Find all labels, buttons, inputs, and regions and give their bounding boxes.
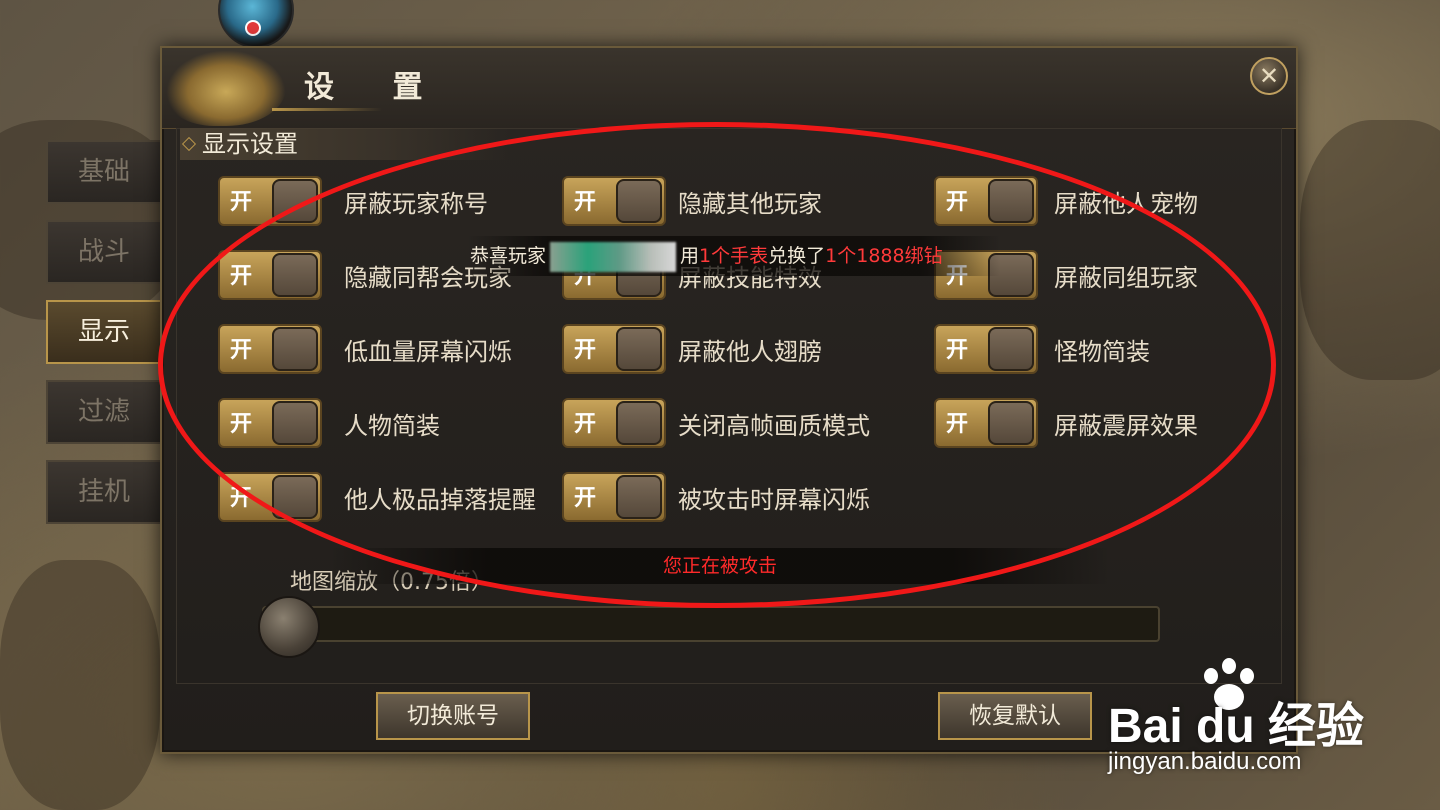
- tab-display[interactable]: 显示: [46, 300, 160, 364]
- toggle-state: 开: [230, 190, 253, 215]
- close-button[interactable]: ✕: [1250, 57, 1288, 95]
- tab-basic[interactable]: 基础: [46, 140, 160, 204]
- switch-account-button[interactable]: 切换账号: [376, 692, 530, 740]
- notice-text: 兑换了: [768, 245, 826, 267]
- notice-text: 用: [680, 245, 700, 267]
- toggle-state: 开: [230, 264, 253, 289]
- toggle-state: 开: [946, 412, 969, 437]
- section-title-text: 显示设置: [202, 130, 298, 158]
- option-label: 他人极品掉落提醒: [344, 486, 536, 514]
- dialog-title: 设 置: [304, 70, 447, 105]
- toggle-switch[interactable]: 开: [562, 398, 666, 448]
- toggle-state: 开: [230, 412, 253, 437]
- watermark-brand: Bai du 经验: [1108, 700, 1365, 753]
- toggle-state: 开: [230, 486, 253, 511]
- toggle-knob: [988, 179, 1034, 223]
- broadcast-notice: 恭喜玩家 用1个手表兑换了1个1888绑钻: [468, 236, 1000, 276]
- title-bar: 设 置 ✕: [162, 48, 1296, 129]
- restore-default-button[interactable]: 恢复默认: [938, 692, 1092, 740]
- tab-label: 显示: [78, 317, 131, 347]
- option-label: 怪物简装: [1054, 338, 1150, 366]
- option-label: 被攻击时屏幕闪烁: [678, 486, 870, 514]
- background-rock: [1300, 120, 1440, 380]
- tab-filter[interactable]: 过滤: [46, 380, 160, 444]
- map-zoom-slider-track[interactable]: [262, 606, 1160, 642]
- toggle-knob: [272, 401, 318, 445]
- toggle-switch[interactable]: 开: [562, 472, 666, 522]
- toggle-switch[interactable]: 开: [218, 324, 322, 374]
- option-label: 隐藏其他玩家: [678, 190, 822, 218]
- option-label: 低血量屏幕闪烁: [344, 338, 512, 366]
- toggle-switch[interactable]: 开: [218, 250, 322, 300]
- toggle-knob: [616, 475, 662, 519]
- tab-label: 基础: [78, 157, 131, 187]
- dragon-emblem-icon: [166, 50, 286, 126]
- baidu-jingyan-watermark: Bai du 经验 jingyan.baidu.com: [1108, 656, 1368, 776]
- option-label: 屏蔽他人宠物: [1054, 190, 1198, 218]
- tab-auto[interactable]: 挂机: [46, 460, 160, 524]
- option-label: 屏蔽他人翅膀: [678, 338, 822, 366]
- option-label: 屏蔽震屏效果: [1054, 412, 1198, 440]
- toggle-switch[interactable]: 开: [562, 324, 666, 374]
- toggle-knob: [988, 401, 1034, 445]
- notice-item: 1个1888绑钻: [825, 245, 943, 267]
- toggle-state: 开: [574, 190, 597, 215]
- toggle-knob: [272, 475, 318, 519]
- option-label: 屏蔽同组玩家: [1054, 264, 1198, 292]
- title-divider: [272, 108, 382, 111]
- toggle-state: 开: [574, 338, 597, 363]
- diamond-icon: [181, 136, 197, 152]
- toggle-switch[interactable]: 开: [934, 324, 1038, 374]
- tab-combat[interactable]: 战斗: [46, 220, 160, 284]
- toggle-knob: [616, 179, 662, 223]
- toggle-switch[interactable]: 开: [218, 398, 322, 448]
- notification-dot: [245, 20, 261, 36]
- option-label: 人物简装: [344, 412, 440, 440]
- section-title: 显示设置: [180, 128, 510, 160]
- toggle-knob: [272, 179, 318, 223]
- toggle-knob: [988, 327, 1034, 371]
- option-label: 关闭高帧画质模式: [678, 412, 870, 440]
- toggle-switch[interactable]: 开: [934, 176, 1038, 226]
- toggle-knob: [616, 401, 662, 445]
- toggle-knob: [272, 253, 318, 297]
- toggle-state: 开: [946, 338, 969, 363]
- toggle-switch[interactable]: 开: [218, 472, 322, 522]
- toggle-knob: [616, 327, 662, 371]
- tab-label: 挂机: [78, 477, 131, 507]
- close-icon: ✕: [1258, 62, 1280, 90]
- toggle-switch[interactable]: 开: [562, 176, 666, 226]
- settings-dialog: 设 置 ✕ 显示设置 开 屏蔽玩家称号 开 隐藏其他玩家 开 屏蔽他人宠物 开 …: [160, 46, 1298, 754]
- notice-text: 恭喜玩家: [470, 245, 547, 267]
- tab-label: 过滤: [78, 397, 131, 427]
- under-attack-notice: 您正在被攻击: [330, 548, 1110, 584]
- toggle-state: 开: [574, 486, 597, 511]
- toggle-knob: [272, 327, 318, 371]
- blurred-player-name: [550, 241, 677, 272]
- toggle-switch[interactable]: 开: [934, 398, 1038, 448]
- tab-label: 战斗: [78, 237, 131, 267]
- notice-item: 1个手表: [699, 245, 769, 267]
- toggle-state: 开: [230, 338, 253, 363]
- background-rock: [0, 560, 160, 810]
- toggle-switch[interactable]: 开: [218, 176, 322, 226]
- map-zoom-slider-handle[interactable]: [258, 596, 320, 658]
- option-label: 屏蔽玩家称号: [344, 190, 488, 218]
- watermark-url: jingyan.baidu.com: [1108, 748, 1302, 775]
- toggle-state: 开: [946, 190, 969, 215]
- toggle-state: 开: [574, 412, 597, 437]
